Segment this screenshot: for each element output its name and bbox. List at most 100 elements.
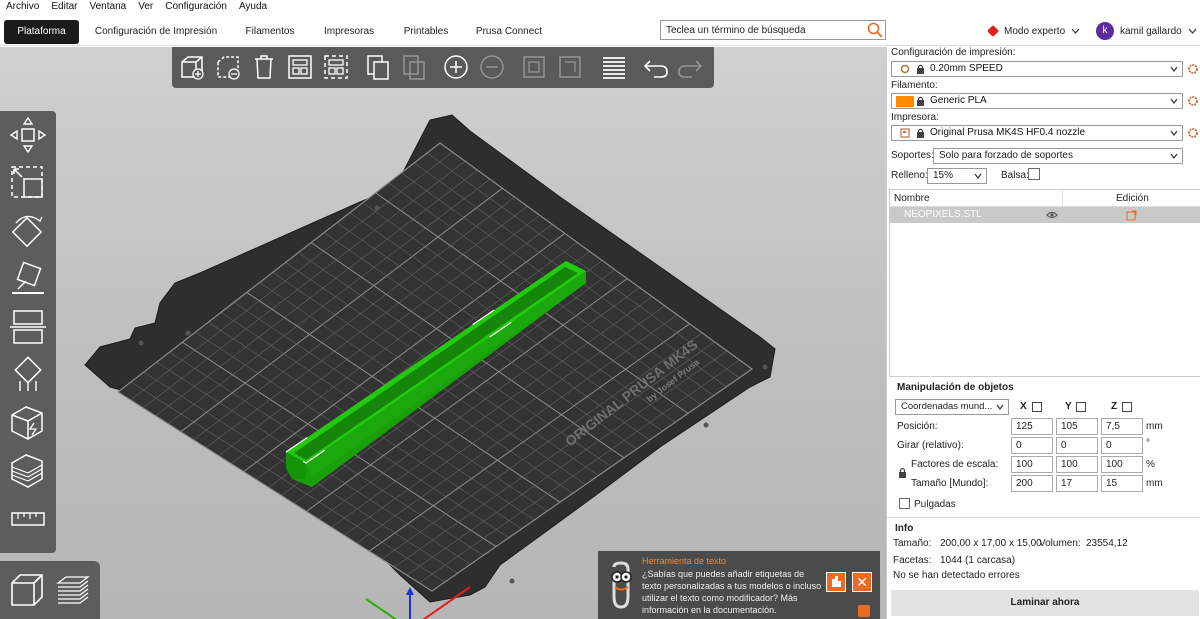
lock-scale-icon[interactable]: [898, 467, 907, 478]
size-y-field[interactable]: 17: [1056, 475, 1098, 492]
measure-icon[interactable]: [8, 503, 48, 535]
chevron-down-icon: [1170, 66, 1178, 72]
tab-impresoras[interactable]: Impresoras: [316, 20, 382, 44]
arrange-icon[interactable]: [286, 53, 314, 81]
preview-icon[interactable]: [54, 571, 92, 609]
supports-paint-icon[interactable]: [8, 355, 48, 395]
brim-label: Balsa:: [1001, 170, 1029, 181]
hint-open-button[interactable]: [826, 572, 846, 592]
hint-settings-icon[interactable]: [858, 605, 870, 617]
remove-instance-icon[interactable]: [478, 53, 506, 81]
size-x-field[interactable]: 200: [1011, 475, 1053, 492]
delete-all-icon[interactable]: [250, 53, 278, 81]
search-icon[interactable]: [866, 21, 884, 39]
scale-z-field[interactable]: 100: [1101, 456, 1143, 473]
rotate-y-field[interactable]: 0: [1056, 437, 1098, 454]
filament-label: Filamento:: [891, 80, 938, 91]
coords-value: Coordenadas mund...: [901, 401, 993, 412]
menu-editar[interactable]: Editar: [45, 0, 83, 14]
scale-y-field[interactable]: 100: [1056, 456, 1098, 473]
gear-icon[interactable]: [1187, 127, 1199, 139]
filament-value: Generic PLA: [930, 95, 987, 106]
undo-icon[interactable]: [642, 53, 670, 81]
edit-icon[interactable]: [1126, 210, 1137, 221]
3d-view-icon[interactable]: [8, 571, 46, 609]
axis-z-label: Z: [1111, 401, 1118, 412]
size-unit: mm: [1146, 478, 1163, 489]
object-list: Nombre Edición NEOPIXELS.STL: [889, 189, 1200, 377]
size-z-field[interactable]: 15: [1101, 475, 1143, 492]
seam-paint-icon[interactable]: [8, 403, 48, 443]
object-list-header: Nombre Edición: [890, 190, 1200, 207]
tab-prusa-connect[interactable]: Prusa Connect: [470, 20, 548, 44]
position-z-field[interactable]: 7,5: [1101, 418, 1143, 435]
tab-configuracion-impresion[interactable]: Configuración de Impresión: [90, 20, 222, 44]
position-y-field[interactable]: 105: [1056, 418, 1098, 435]
object-row[interactable]: NEOPIXELS.STL: [890, 207, 1200, 223]
print-settings-value: 0.20mm SPEED: [930, 63, 1003, 74]
inches-checkbox[interactable]: [899, 498, 910, 509]
info-facets-value: 1044 (1 carcasa): [940, 555, 1016, 566]
mmu-paint-icon[interactable]: [8, 451, 48, 491]
position-unit: mm: [1146, 421, 1163, 432]
gear-icon[interactable]: [1187, 95, 1199, 107]
inches-label: Pulgadas: [914, 499, 956, 510]
left-toolbar: [0, 111, 56, 553]
add-object-icon[interactable]: [178, 53, 206, 81]
tab-printables[interactable]: Printables: [394, 20, 458, 44]
rotate-icon[interactable]: [8, 211, 48, 251]
paste-icon[interactable]: [400, 53, 428, 81]
delete-object-icon[interactable]: [214, 53, 242, 81]
supports-combo[interactable]: Solo para forzado de soportes: [933, 148, 1183, 164]
hint-close-button[interactable]: ✕: [852, 572, 872, 592]
eye-icon[interactable]: [1046, 211, 1058, 219]
split-parts-icon[interactable]: [556, 53, 584, 81]
position-label: Posición:: [897, 421, 938, 432]
menu-archivo[interactable]: Archivo: [0, 0, 45, 14]
menu-ver[interactable]: Ver: [132, 0, 159, 14]
tab-filamentos[interactable]: Filamentos: [236, 20, 304, 44]
arrange-selection-icon[interactable]: [322, 53, 350, 81]
manipulation-title: Manipulación de objetos: [897, 382, 1014, 393]
chevron-down-icon: [1188, 28, 1197, 34]
scale-x-field[interactable]: 100: [1011, 456, 1053, 473]
filament-color-swatch: [896, 96, 914, 107]
menu-ventana[interactable]: Ventana: [83, 0, 132, 14]
info-volume-value: 23554,12: [1086, 538, 1128, 549]
menu-configuracion[interactable]: Configuración: [159, 0, 233, 14]
coords-combo[interactable]: Coordenadas mund...: [895, 399, 1009, 415]
lock-icon: [917, 128, 924, 138]
axis-y-icon: [1076, 402, 1086, 412]
mode-selector[interactable]: Modo experto: [986, 24, 1080, 38]
rotate-x-field[interactable]: 0: [1011, 437, 1053, 454]
split-objects-icon[interactable]: [520, 53, 548, 81]
column-edit[interactable]: Edición: [1116, 193, 1149, 204]
print-settings-label: Configuración de impresión:: [891, 47, 1016, 58]
infill-value: 15%: [933, 170, 954, 181]
search-input[interactable]: [660, 20, 886, 40]
user-menu[interactable]: k kamil gallardo: [1096, 22, 1197, 40]
print-settings-combo[interactable]: 0.20mm SPEED: [891, 61, 1183, 77]
move-icon[interactable]: [8, 115, 48, 155]
filament-combo[interactable]: Generic PLA: [891, 93, 1183, 109]
cut-icon[interactable]: [8, 307, 48, 347]
layers-editing-icon[interactable]: [600, 53, 628, 81]
print-profile-icon: [900, 64, 910, 74]
copy-icon[interactable]: [364, 53, 392, 81]
place-on-face-icon[interactable]: [8, 259, 48, 299]
tab-plataforma[interactable]: Plataforma: [4, 20, 79, 44]
redo-icon[interactable]: [676, 53, 704, 81]
size-label: Tamaño [Mundo]:: [911, 478, 989, 489]
menu-ayuda[interactable]: Ayuda: [233, 0, 273, 14]
add-instance-icon[interactable]: [442, 53, 470, 81]
gear-icon[interactable]: [1187, 63, 1199, 75]
slice-now-button[interactable]: Laminar ahora: [891, 590, 1199, 616]
column-name[interactable]: Nombre: [894, 193, 930, 204]
printer-combo[interactable]: Original Prusa MK4S HF0.4 nozzle: [891, 125, 1183, 141]
scale-icon[interactable]: [8, 163, 48, 203]
infill-combo[interactable]: 15%: [927, 168, 987, 184]
position-x-field[interactable]: 125: [1011, 418, 1053, 435]
rotate-z-field[interactable]: 0: [1101, 437, 1143, 454]
3d-viewport[interactable]: ORIGINAL PRUSA MK4S by Josef Prusa Herra…: [0, 47, 886, 619]
brim-checkbox[interactable]: [1028, 168, 1040, 180]
